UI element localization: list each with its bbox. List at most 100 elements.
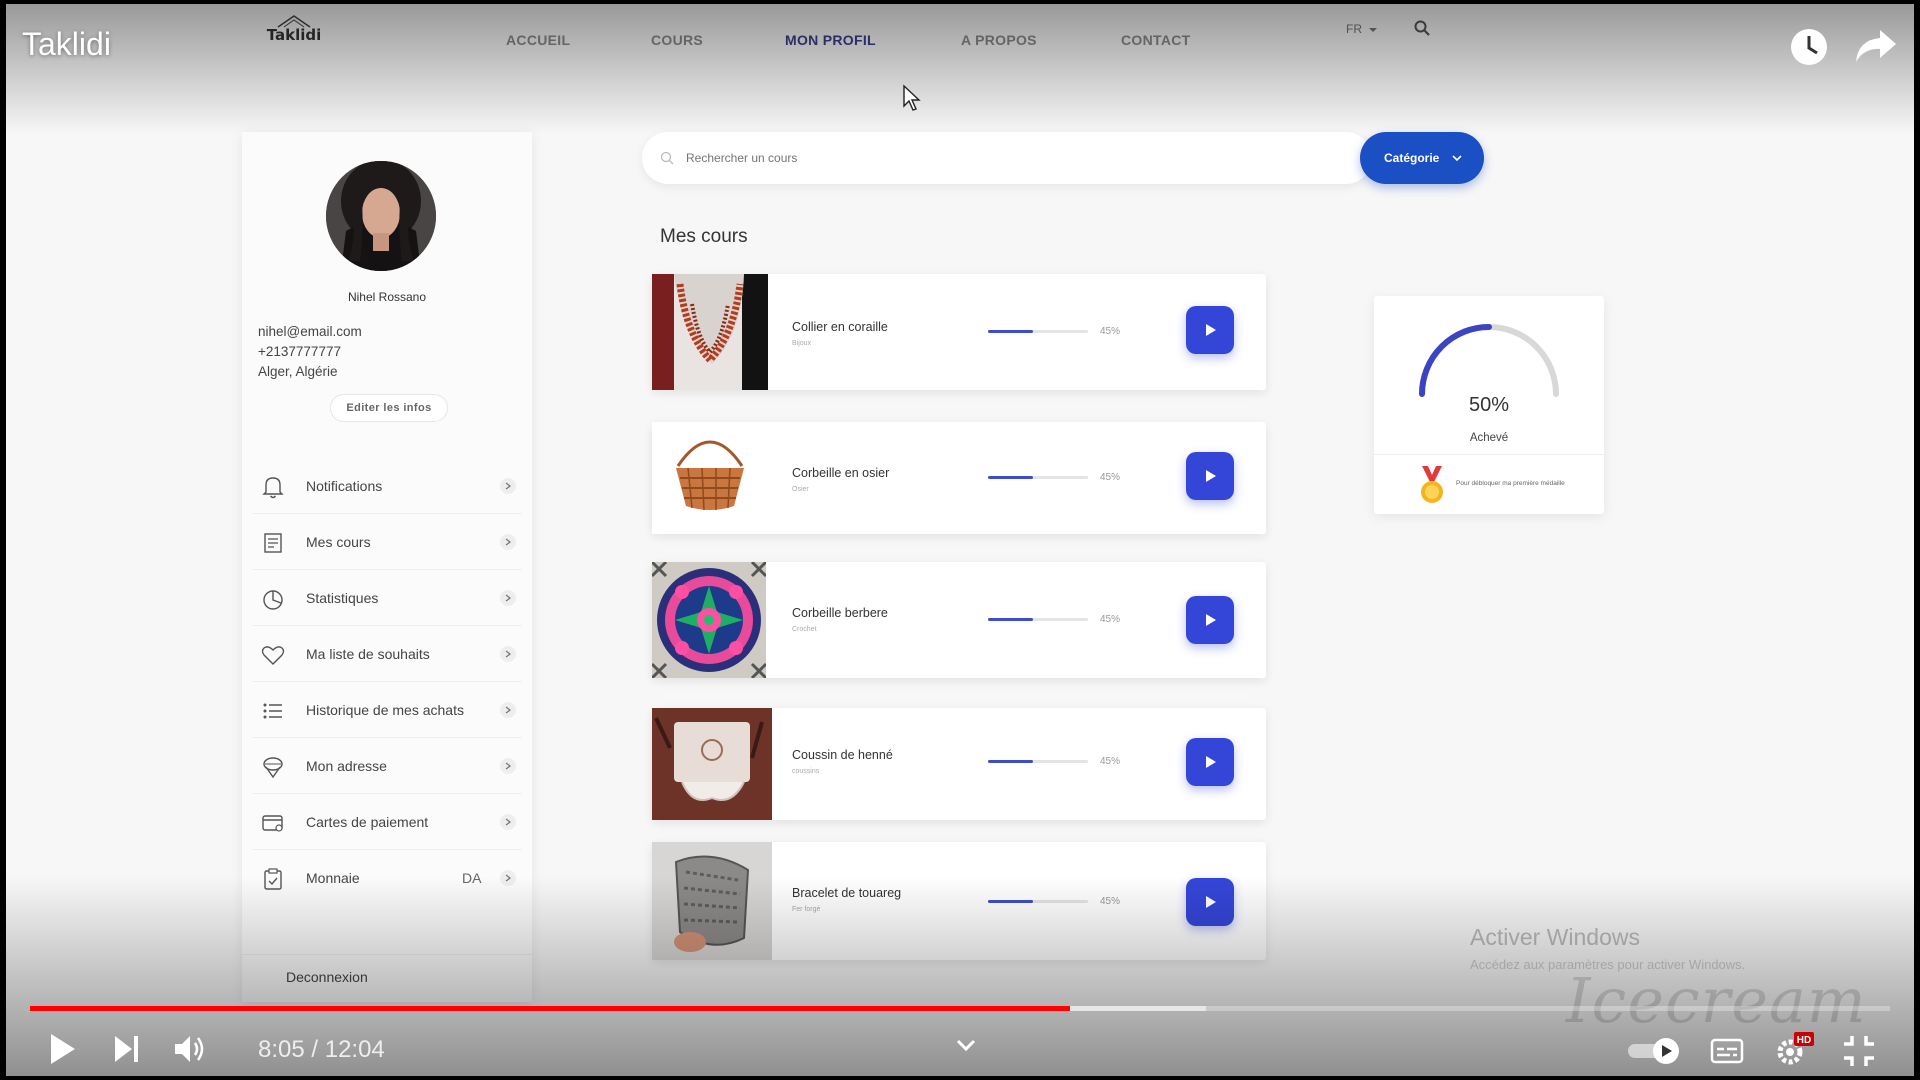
- course-card[interactable]: Corbeille berbere Crochet 45%: [652, 562, 1266, 678]
- course-progress-bar: [988, 900, 1088, 903]
- play-icon[interactable]: [48, 1032, 78, 1071]
- course-title: Collier en coraille: [792, 320, 888, 334]
- menu-item-purchase-history[interactable]: Historique de mes achats: [242, 682, 532, 738]
- chevron-right-icon: [500, 814, 516, 830]
- clipboard-icon: [260, 866, 286, 892]
- profile-email: nihel@email.com: [258, 324, 362, 339]
- chevron-right-icon: [500, 590, 516, 606]
- edit-info-button[interactable]: Editer les infos: [330, 394, 448, 422]
- menu-item-currency[interactable]: Monnaie DA: [242, 850, 532, 906]
- medal-icon: [1421, 466, 1443, 503]
- next-icon[interactable]: [112, 1032, 142, 1071]
- video-title[interactable]: Taklidi: [22, 26, 111, 63]
- menu-label: Monnaie: [306, 870, 360, 886]
- completion-gauge: [1419, 324, 1559, 397]
- chevron-right-icon: [500, 702, 516, 718]
- course-category: coussins: [792, 768, 820, 775]
- menu-item-statistiques[interactable]: Statistiques: [242, 570, 532, 626]
- search-icon: [660, 151, 674, 170]
- course-category: Osier: [792, 486, 809, 493]
- menu-item-payment-cards[interactable]: Cartes de paiement: [242, 794, 532, 850]
- course-thumbnail: [652, 842, 772, 960]
- play-icon: [1206, 614, 1216, 626]
- course-card[interactable]: Collier en coraille Bijoux 45%: [652, 274, 1266, 390]
- course-thumbnail: [652, 274, 768, 390]
- watch-later-icon[interactable]: [1788, 26, 1830, 73]
- completion-card: 50% Achevé Pour débloquer ma première mé…: [1374, 296, 1604, 514]
- nav-cours[interactable]: COURS: [651, 32, 703, 48]
- course-card[interactable]: Corbeille en osier Osier 45%: [652, 422, 1266, 534]
- course-search-bar: [642, 132, 1372, 184]
- site-logo[interactable]: Taklidi: [264, 14, 324, 58]
- course-progress-bar: [988, 760, 1088, 763]
- chevron-down-icon: [1452, 155, 1462, 162]
- language-selector[interactable]: FR: [1346, 22, 1378, 36]
- course-thumbnail: [652, 422, 768, 534]
- avatar: [326, 161, 436, 271]
- search-input[interactable]: [686, 146, 1186, 170]
- menu-label: Cartes de paiement: [306, 814, 429, 830]
- chevron-right-icon: [500, 646, 516, 662]
- completion-label: Achevé: [1469, 432, 1509, 444]
- share-icon[interactable]: [1854, 28, 1898, 69]
- course-title: Corbeille berbere: [792, 606, 888, 620]
- nav-a-propos[interactable]: A PROPOS: [961, 32, 1037, 48]
- category-label: Catégorie: [1384, 151, 1440, 165]
- play-button[interactable]: [1186, 878, 1234, 926]
- subtitles-icon[interactable]: [1710, 1038, 1744, 1069]
- profile-sidebar: Nihel Rossano nihel@email.com +213777777…: [242, 132, 532, 1002]
- play-button[interactable]: [1186, 306, 1234, 354]
- settings-icon[interactable]: HD: [1774, 1030, 1814, 1073]
- currency-value: DA: [462, 870, 482, 886]
- menu-label: Notifications: [306, 478, 383, 494]
- site-navbar: Taklidi ACCUEIL COURS MON PROFIL A PROPO…: [6, 4, 1914, 84]
- play-button[interactable]: [1186, 596, 1234, 644]
- nav-accueil[interactable]: ACCUEIL: [506, 32, 570, 48]
- recorder-watermark: Icecream: [1566, 964, 1867, 1037]
- credit-card-icon: [260, 810, 286, 836]
- pie-chart-icon: [260, 586, 286, 612]
- chevron-right-icon: [500, 478, 516, 494]
- nav-contact[interactable]: CONTACT: [1121, 32, 1191, 48]
- course-title: Coussin de henné: [792, 748, 893, 762]
- volume-icon[interactable]: [172, 1032, 208, 1071]
- location-icon: [260, 754, 286, 780]
- autoplay-toggle[interactable]: [1626, 1036, 1682, 1071]
- nav-search-icon[interactable]: [1414, 20, 1430, 41]
- course-progress-bar: [988, 330, 1088, 333]
- caret-down-icon: [1369, 28, 1378, 32]
- menu-item-mes-cours[interactable]: Mes cours: [242, 514, 532, 570]
- chevron-down-icon[interactable]: [956, 1038, 976, 1057]
- nav-mon-profil[interactable]: MON PROFIL: [785, 32, 876, 48]
- heart-icon: [260, 642, 286, 668]
- course-progress-bar: [988, 476, 1088, 479]
- category-dropdown-button[interactable]: Catégorie: [1360, 132, 1484, 184]
- progress-fill: [988, 476, 1033, 479]
- menu-label: Ma liste de souhaits: [306, 646, 430, 662]
- course-category: Fer forgé: [792, 906, 821, 913]
- course-progress-label: 45%: [1100, 614, 1121, 625]
- course-title: Corbeille en osier: [792, 466, 890, 480]
- logo-text: Taklidi: [266, 26, 322, 44]
- time-display: 8:05 / 12:04: [258, 1036, 385, 1063]
- progress-fill: [988, 330, 1033, 333]
- play-icon: [1206, 756, 1216, 768]
- course-card[interactable]: Bracelet de touareg Fer forgé 45%: [652, 842, 1266, 960]
- logout-button[interactable]: Deconnexion: [242, 954, 532, 1002]
- menu-item-wishlist[interactable]: Ma liste de souhaits: [242, 626, 532, 682]
- play-button[interactable]: [1186, 738, 1234, 786]
- seek-bar[interactable]: [30, 1006, 1890, 1011]
- seek-played: [30, 1006, 1070, 1011]
- menu-item-notifications[interactable]: Notifications: [242, 458, 532, 514]
- menu-item-address[interactable]: Mon adresse: [242, 738, 532, 794]
- course-progress-label: 45%: [1100, 756, 1121, 767]
- course-thumbnail: [652, 708, 772, 820]
- course-card[interactable]: Coussin de henné coussins 45%: [652, 708, 1266, 820]
- exit-fullscreen-icon[interactable]: [1842, 1034, 1876, 1073]
- progress-fill: [988, 618, 1033, 621]
- chevron-right-icon: [500, 534, 516, 550]
- play-button[interactable]: [1186, 452, 1234, 500]
- progress-fill: [988, 900, 1033, 903]
- medal-hint: Pour débloquer ma première médaille: [1456, 480, 1565, 487]
- profile-name: Nihel Rossano: [347, 290, 427, 304]
